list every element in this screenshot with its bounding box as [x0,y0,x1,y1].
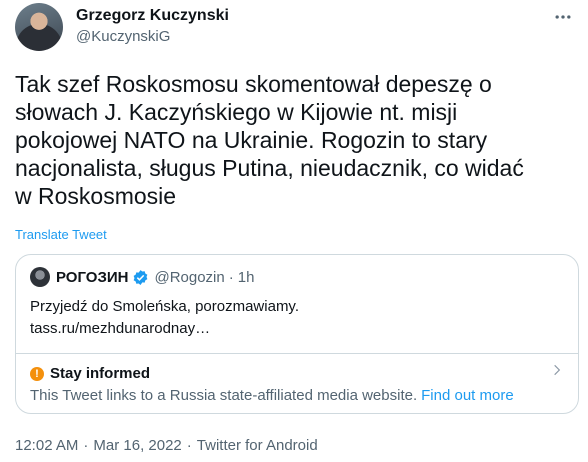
divider [16,353,578,354]
quoted-author-avatar [30,267,50,287]
separator-dot: · [83,437,89,454]
stay-informed-notice[interactable]: ! Stay informed This Tweet links to a Ru… [30,363,564,407]
tweet-text: Tak szef Roskosmosu skomentował depeszę … [15,71,524,209]
quoted-tweet[interactable]: РОГОЗИН @Rogozin · 1h Przyjedź do Smoleń… [15,254,579,414]
quoted-author-handle: @Rogozin [154,268,225,286]
separator-dot: · [186,437,192,454]
author-handle[interactable]: @KuczynskiG [76,28,170,45]
more-icon[interactable] [551,5,575,29]
quoted-tweet-header: РОГОЗИН @Rogozin · 1h [30,266,254,288]
tweet-meta: 12:02 AM · Mar 16, 2022 · Twitter for Androi… [15,437,318,454]
notice-body: This Tweet links to a Russia state-affil… [30,387,514,404]
quoted-timestamp[interactable]: 1h [238,269,255,286]
info-icon: ! [30,367,44,381]
find-out-more-link[interactable]: Find out more [421,387,514,404]
quoted-author-name: РОГОЗИН [56,268,129,286]
chevron-right-icon[interactable] [550,363,564,377]
author-name[interactable]: Grzegorz Kuczynski [76,7,229,25]
quoted-link[interactable]: tass.ru/mezhdunarodnay… [30,318,299,340]
separator-dot: · [228,268,234,286]
quoted-text-line: Przyjedź do Smoleńska, porozmawiamy. [30,298,299,315]
translate-tweet-link[interactable]: Translate Tweet [15,227,107,242]
tweet-date[interactable]: Mar 16, 2022 [93,437,181,454]
verified-badge-icon [134,269,148,285]
tweet-header: Grzegorz Kuczynski @KuczynskiG [15,3,575,57]
author-avatar[interactable] [15,3,63,51]
tweet-time[interactable]: 12:02 AM [15,437,78,454]
notice-title: Stay informed [50,365,151,382]
quoted-tweet-text: Przyjedź do Smoleńska, porozmawiamy. tas… [30,296,299,340]
notice-body-text: This Tweet links to a Russia state-affil… [30,387,418,404]
tweet-source: Twitter for Android [196,437,318,454]
